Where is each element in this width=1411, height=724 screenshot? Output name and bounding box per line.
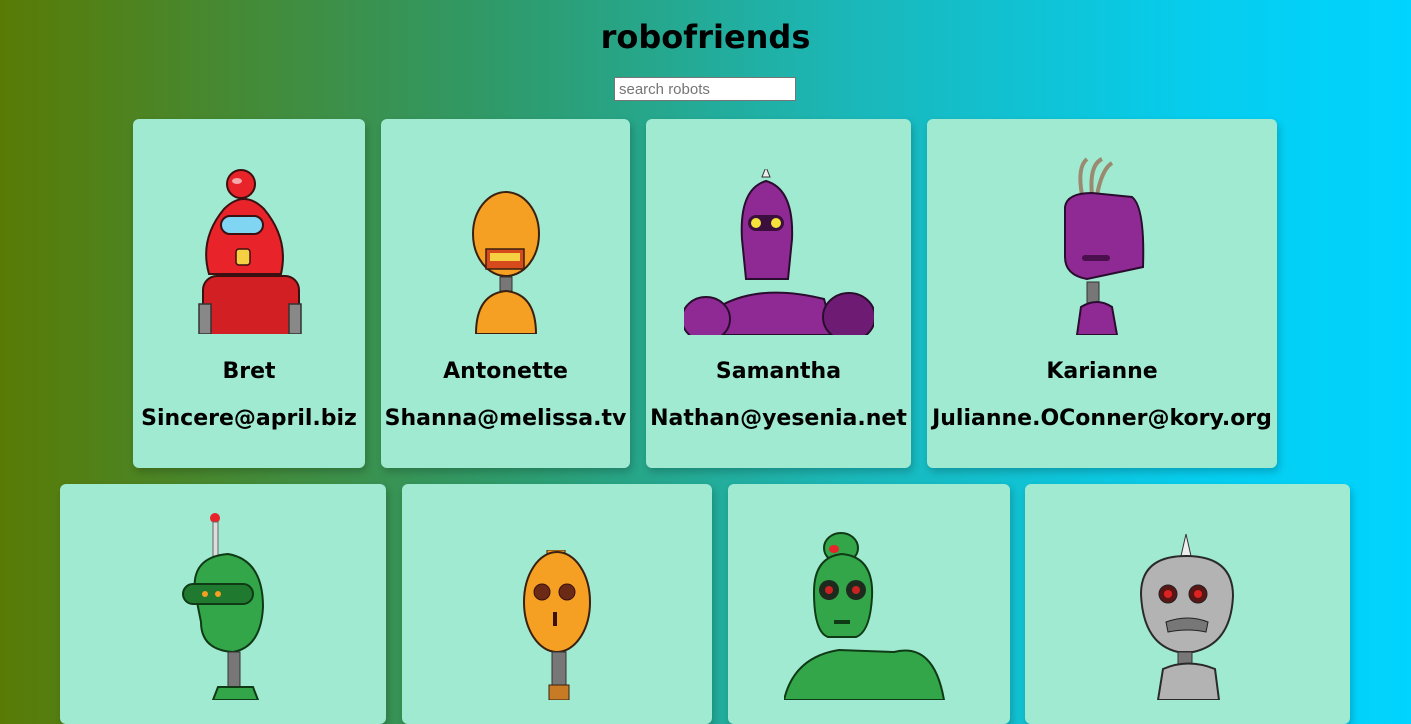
robot-email: Nathan@yesenia.net	[650, 406, 907, 431]
robot-avatar	[198, 169, 302, 334]
robot-name: Antonette	[443, 359, 568, 384]
robot-card[interactable]	[1025, 484, 1350, 724]
robot-card[interactable]: Bret Sincere@april.biz	[133, 119, 365, 468]
robot-card[interactable]	[402, 484, 712, 724]
robot-avatar	[471, 191, 540, 334]
robot-card[interactable]	[60, 484, 386, 724]
page-title: robofriends	[600, 18, 811, 56]
robot-avatar	[1064, 157, 1145, 335]
robot-card[interactable]: Karianne Julianne.OConner@kory.org	[927, 119, 1277, 468]
robot-name: Samantha	[715, 359, 842, 384]
robot-card[interactable]	[728, 484, 1010, 724]
robot-avatar	[784, 532, 946, 700]
robot-email: Julianne.OConner@kory.org	[932, 406, 1272, 431]
robot-email: Sincere@april.biz	[141, 406, 357, 431]
robot-name: Karianne	[1046, 359, 1158, 384]
robot-email: Shanna@melissa.tv	[384, 406, 627, 431]
search-input[interactable]	[614, 77, 796, 101]
robot-avatar	[182, 513, 265, 700]
robot-card[interactable]: Antonette Shanna@melissa.tv	[381, 119, 630, 468]
robot-avatar	[683, 169, 874, 335]
robot-avatar	[1139, 534, 1234, 700]
robot-card[interactable]: Samantha Nathan@yesenia.net	[646, 119, 911, 468]
robot-name: Bret	[222, 359, 276, 384]
robot-avatar	[523, 550, 591, 700]
